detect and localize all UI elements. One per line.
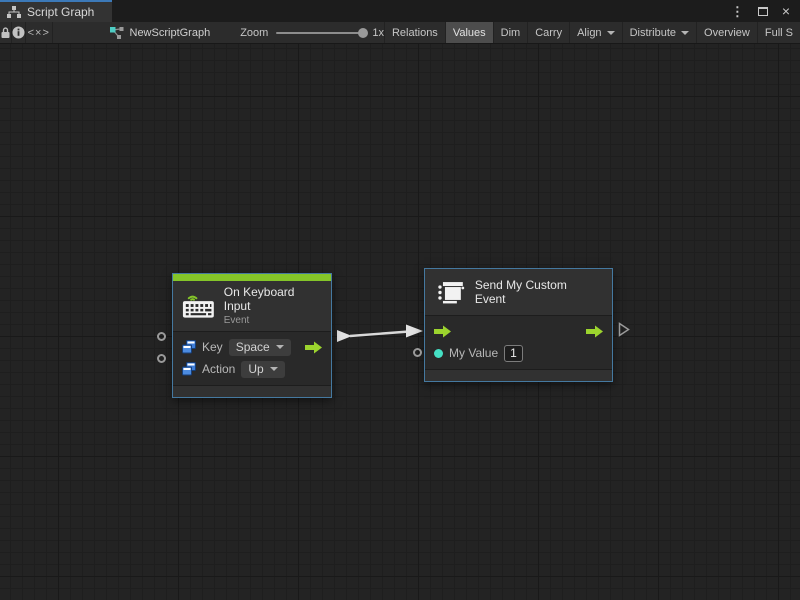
flow-input-port[interactable] — [434, 325, 451, 338]
window-controls: ⋮ × — [731, 0, 800, 22]
info-icon — [12, 26, 25, 39]
node-header[interactable]: On Keyboard Input Event — [173, 281, 331, 331]
node-on-keyboard-input[interactable]: On Keyboard Input Event Key Space — [172, 273, 332, 398]
lock-button[interactable] — [0, 22, 12, 43]
graph-asset-icon — [109, 26, 124, 39]
values-button[interactable]: Values — [445, 22, 493, 43]
node-body: My Value 1 — [425, 315, 612, 370]
fullscreen-button[interactable]: Full S — [757, 22, 800, 43]
code-icon: <×> — [28, 27, 50, 39]
window-menu-icon[interactable]: ⋮ — [731, 5, 744, 18]
my-value-input[interactable]: 1 — [504, 345, 523, 362]
zoom-slider[interactable] — [276, 32, 364, 34]
zoom-label: Zoom — [240, 27, 268, 39]
distribute-dropdown-button[interactable]: Distribute — [622, 22, 696, 43]
action-dropdown[interactable]: Up — [241, 361, 284, 378]
object-type-icon — [182, 340, 196, 354]
graph-name-label: NewScriptGraph — [130, 27, 211, 39]
node-send-my-custom-event[interactable]: Send My Custom Event My Value 1 — [424, 268, 613, 382]
chevron-down-icon — [607, 31, 615, 35]
info-button[interactable] — [12, 22, 26, 43]
keyboard-event-icon — [181, 292, 216, 319]
toolbar-buttons: Relations Values Dim Carry Align Distrib… — [384, 22, 800, 43]
port-row-action: Action Up — [173, 358, 331, 380]
lock-icon — [0, 27, 11, 39]
object-type-icon — [182, 362, 196, 376]
my-value-input-port[interactable] — [413, 348, 422, 357]
code-preview-button[interactable]: <×> — [26, 22, 53, 43]
node-title: On Keyboard Input — [224, 285, 321, 313]
zoom-control: Zoom 1x — [240, 22, 384, 43]
key-dropdown[interactable]: Space — [229, 339, 291, 356]
script-graph-window: Script Graph ⋮ × <×> — [0, 0, 800, 600]
port-label-my-value: My Value — [449, 346, 498, 360]
node-header[interactable]: Send My Custom Event — [425, 269, 612, 315]
close-icon[interactable]: × — [782, 4, 790, 18]
align-dropdown-button[interactable]: Align — [569, 22, 621, 43]
node-subtitle: Event — [224, 315, 321, 326]
key-input-port[interactable] — [157, 332, 166, 341]
relations-button[interactable]: Relations — [384, 22, 445, 43]
graph-toolbar: <×> NewScriptGraph Zoom 1x Relations Val… — [0, 22, 800, 44]
event-accent-strip — [173, 274, 331, 281]
graph-asset-breadcrumb[interactable]: NewScriptGraph — [109, 22, 211, 43]
flow-output-port[interactable] — [305, 341, 322, 354]
carry-button[interactable]: Carry — [527, 22, 569, 43]
node-body: Key Space Action Up — [173, 331, 331, 386]
flow-continuation-port[interactable] — [618, 322, 630, 337]
dim-button[interactable]: Dim — [493, 22, 528, 43]
node-title: Send My Custom Event — [475, 278, 600, 306]
connection-wire — [0, 44, 800, 600]
graph-canvas[interactable]: On Keyboard Input Event Key Space — [0, 44, 800, 600]
graph-hierarchy-icon — [7, 6, 21, 18]
maximize-icon[interactable] — [758, 7, 768, 16]
node-footer — [173, 386, 331, 397]
tab-title: Script Graph — [27, 5, 94, 19]
action-input-port[interactable] — [157, 354, 166, 363]
port-label-action: Action — [202, 362, 235, 376]
chevron-down-icon — [681, 31, 689, 35]
value-port-dot[interactable] — [434, 349, 443, 358]
node-titles: On Keyboard Input Event — [224, 285, 321, 326]
tab-bar: Script Graph ⋮ × — [0, 0, 800, 22]
flow-output-port[interactable] — [586, 325, 603, 338]
zoom-value: 1x — [372, 27, 384, 39]
tab-script-graph[interactable]: Script Graph — [0, 0, 112, 22]
node-footer — [425, 370, 612, 381]
port-label-key: Key — [202, 340, 223, 354]
custom-event-icon — [437, 280, 465, 305]
port-row-my-value: My Value 1 — [425, 342, 612, 364]
overview-button[interactable]: Overview — [696, 22, 757, 43]
flow-port-row — [425, 320, 612, 342]
port-row-key: Key Space — [173, 336, 331, 358]
zoom-slider-handle[interactable] — [358, 28, 368, 38]
node-titles: Send My Custom Event — [475, 278, 600, 306]
